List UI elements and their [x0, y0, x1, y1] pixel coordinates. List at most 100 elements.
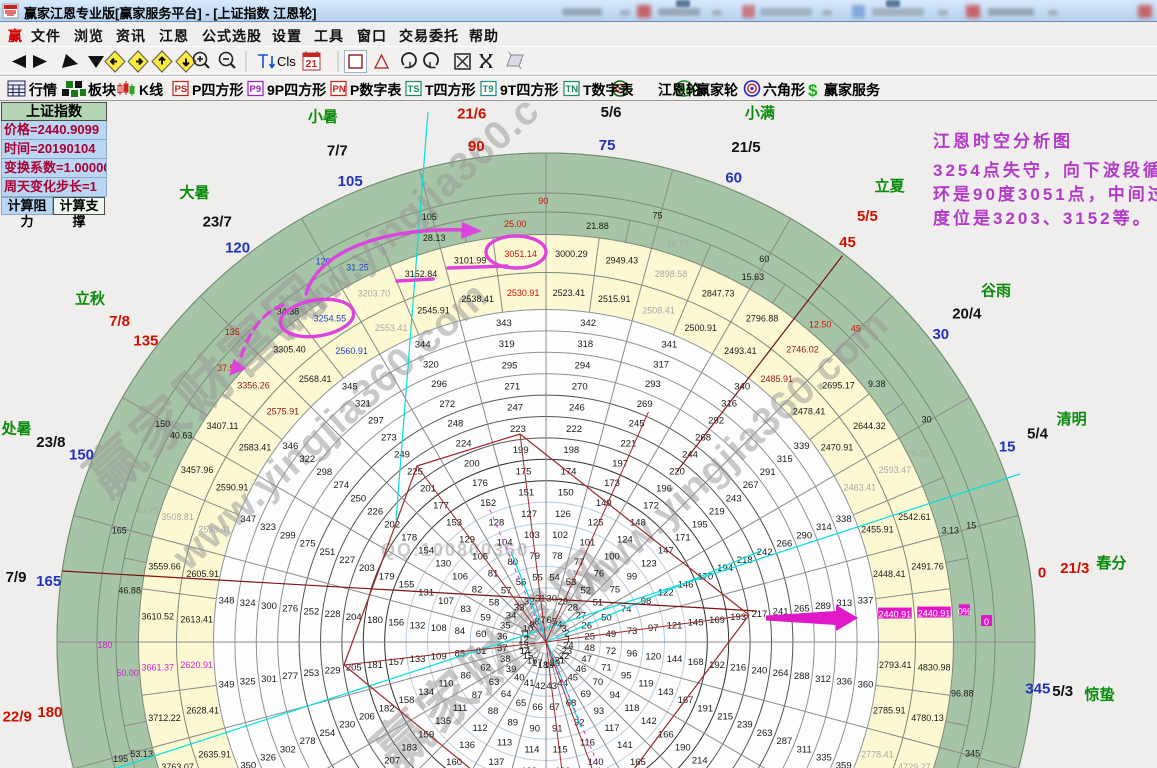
svg-text:2746.02: 2746.02: [786, 345, 819, 355]
svg-text:3000.29: 3000.29: [555, 249, 588, 259]
svg-text:150: 150: [558, 488, 574, 499]
svg-text:323: 323: [260, 522, 276, 533]
svg-text:136: 136: [459, 740, 475, 751]
svg-text:219: 219: [709, 506, 725, 517]
svg-text:302: 302: [280, 744, 296, 755]
svg-text:66: 66: [532, 702, 543, 713]
svg-text:156: 156: [388, 618, 404, 629]
svg-text:198: 198: [563, 445, 579, 456]
svg-text:263: 263: [757, 728, 773, 739]
svg-text:95: 95: [621, 671, 632, 682]
svg-text:60: 60: [759, 254, 769, 264]
svg-text:276: 276: [282, 604, 298, 615]
svg-text:347: 347: [240, 514, 256, 525]
svg-text:3661.37: 3661.37: [142, 663, 175, 673]
svg-text:3457.96: 3457.96: [181, 465, 214, 475]
svg-text:318: 318: [577, 339, 593, 350]
svg-text:105: 105: [422, 212, 437, 222]
svg-text:2448.41: 2448.41: [873, 569, 906, 579]
svg-text:78: 78: [552, 551, 563, 562]
svg-text:165: 165: [36, 573, 61, 590]
svg-text:0%: 0%: [958, 606, 971, 616]
svg-text:90: 90: [529, 723, 540, 734]
svg-text:3712.22: 3712.22: [148, 713, 181, 723]
svg-text:15: 15: [999, 439, 1016, 456]
svg-text:35: 35: [500, 621, 511, 632]
svg-text:15.63: 15.63: [742, 272, 765, 282]
svg-text:160: 160: [446, 757, 462, 768]
svg-text:70: 70: [593, 677, 604, 688]
svg-text:2508.41: 2508.41: [642, 306, 675, 316]
svg-text:94: 94: [610, 690, 621, 701]
svg-text:111: 111: [453, 703, 467, 714]
svg-text:130: 130: [435, 558, 451, 569]
svg-text:58: 58: [489, 598, 500, 609]
svg-text:2583.41: 2583.41: [239, 443, 272, 453]
svg-text:2478.41: 2478.41: [793, 406, 826, 416]
svg-text:3152.84: 3152.84: [405, 269, 438, 279]
svg-text:112: 112: [473, 723, 488, 734]
svg-text:295: 295: [502, 360, 518, 371]
svg-text:30: 30: [922, 414, 932, 424]
svg-text:99: 99: [627, 571, 638, 582]
svg-text:2523.41: 2523.41: [553, 288, 586, 298]
svg-text:245: 245: [629, 419, 645, 430]
svg-text:275: 275: [300, 539, 316, 550]
svg-text:2644.32: 2644.32: [853, 421, 886, 431]
svg-text:216: 216: [730, 663, 746, 674]
svg-text:165: 165: [630, 757, 646, 768]
svg-text:29: 29: [558, 597, 569, 608]
svg-text:2620.91: 2620.91: [180, 660, 213, 670]
svg-text:152: 152: [480, 498, 496, 509]
svg-text:7/8: 7/8: [109, 313, 130, 330]
svg-text:2898.58: 2898.58: [655, 269, 688, 279]
svg-text:114: 114: [524, 745, 539, 756]
svg-text:298: 298: [316, 467, 332, 478]
svg-text:342: 342: [580, 318, 596, 329]
svg-text:90: 90: [538, 196, 548, 206]
svg-text:128: 128: [488, 518, 504, 529]
svg-text:21: 21: [306, 58, 318, 70]
svg-text:119: 119: [638, 679, 653, 690]
svg-text:62: 62: [480, 662, 491, 673]
svg-text:339: 339: [794, 441, 810, 452]
svg-text:23/7: 23/7: [203, 214, 232, 231]
svg-text:345: 345: [342, 382, 358, 393]
svg-text:243: 243: [726, 493, 742, 504]
svg-text:3508.81: 3508.81: [161, 512, 194, 522]
svg-text:处暑: 处暑: [1, 419, 32, 437]
svg-text:3305.40: 3305.40: [273, 345, 306, 355]
svg-text:2545.91: 2545.91: [417, 306, 450, 316]
svg-text:178: 178: [401, 532, 417, 543]
svg-text:341: 341: [661, 340, 677, 351]
svg-text:319: 319: [499, 339, 515, 350]
svg-text:206: 206: [359, 712, 375, 723]
svg-text:3254.55: 3254.55: [314, 314, 347, 324]
svg-text:215: 215: [717, 712, 733, 723]
svg-text:75: 75: [652, 211, 662, 221]
svg-text:102: 102: [552, 530, 568, 541]
svg-text:183: 183: [401, 742, 417, 753]
svg-text:TS: TS: [408, 84, 420, 95]
svg-text:6.25: 6.25: [912, 449, 930, 459]
svg-text:230: 230: [339, 720, 355, 731]
svg-text:42: 42: [535, 681, 546, 692]
svg-text:317: 317: [653, 359, 669, 370]
svg-text:96.88: 96.88: [951, 689, 974, 699]
svg-text:274: 274: [333, 480, 349, 491]
svg-text:143: 143: [658, 687, 674, 698]
svg-text:2560.91: 2560.91: [335, 346, 368, 356]
svg-text:59: 59: [480, 612, 491, 623]
svg-text:240: 240: [751, 665, 767, 676]
svg-text:345: 345: [1025, 681, 1050, 698]
svg-text:96: 96: [627, 649, 638, 660]
svg-text:0: 0: [984, 617, 989, 627]
svg-text:195: 195: [113, 754, 128, 764]
svg-text:289: 289: [815, 601, 831, 612]
svg-text:15: 15: [966, 520, 976, 530]
svg-text:251: 251: [319, 547, 335, 558]
svg-text:31.25: 31.25: [346, 262, 369, 272]
svg-text:立夏: 立夏: [875, 177, 906, 195]
svg-text:106: 106: [452, 571, 468, 582]
svg-text:2515.91: 2515.91: [598, 294, 631, 304]
